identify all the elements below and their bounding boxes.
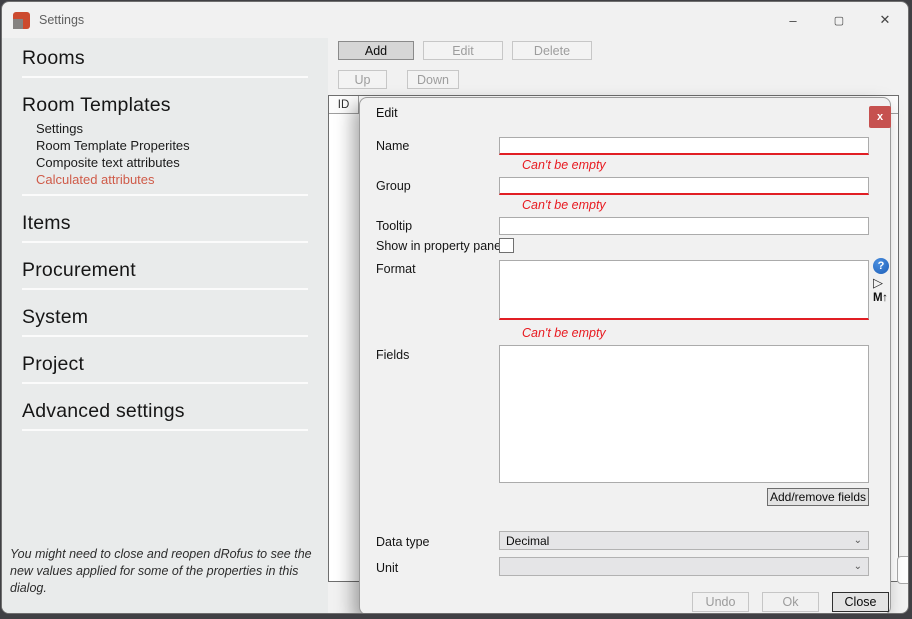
add-button[interactable]: Add: [338, 41, 414, 60]
unit-dropdown[interactable]: ⌄: [499, 557, 869, 576]
settings-close-button[interactable]: [897, 556, 909, 584]
data-type-label: Data type: [376, 535, 430, 549]
sidebar-heading-project[interactable]: Project: [22, 353, 308, 376]
sidebar-heading-advanced-settings[interactable]: Advanced settings: [22, 400, 308, 423]
show-in-property-pane-label: Show in property pane: [376, 239, 501, 253]
up-button[interactable]: Up: [338, 70, 387, 89]
show-in-property-pane-checkbox[interactable]: [499, 238, 514, 253]
sidebar-heading-rooms[interactable]: Rooms: [22, 47, 308, 70]
ok-button[interactable]: Ok: [762, 592, 819, 612]
group-label: Group: [376, 179, 411, 193]
chevron-down-icon: ⌄: [854, 562, 862, 572]
sidebar-item-room-template-properites[interactable]: Room Template Properites: [36, 137, 308, 154]
settings-window: Settings – ▢ ✕ Rooms Room Templates Sett…: [1, 1, 909, 614]
sidebar-item-composite-text-attributes[interactable]: Composite text attributes: [36, 154, 308, 171]
drofus-logo-icon: [13, 12, 30, 29]
close-window-button[interactable]: ✕: [862, 2, 908, 38]
sidebar-heading-items[interactable]: Items: [22, 212, 308, 235]
macro-up-icon[interactable]: M↑: [873, 292, 887, 304]
help-icon[interactable]: ?: [873, 258, 889, 274]
sidebar-section-rooms[interactable]: Rooms: [22, 44, 308, 78]
dialog-title: Edit: [376, 106, 398, 120]
play-icon[interactable]: ▷: [873, 276, 883, 290]
format-label: Format: [376, 262, 416, 276]
edit-button[interactable]: Edit: [423, 41, 503, 60]
format-field[interactable]: [499, 260, 869, 320]
edit-dialog: Edit x Name Can't be empty Group Can't b…: [359, 97, 891, 614]
sidebar-heading-procurement[interactable]: Procurement: [22, 259, 308, 282]
window-title: Settings: [39, 13, 84, 27]
restart-note: You might need to close and reopen dRofu…: [10, 546, 316, 597]
name-field[interactable]: [499, 137, 869, 155]
sidebar-section-items[interactable]: Items: [22, 209, 308, 243]
format-error: Can't be empty: [522, 326, 606, 340]
unit-label: Unit: [376, 561, 398, 575]
delete-button[interactable]: Delete: [512, 41, 592, 60]
column-header-id[interactable]: ID: [329, 96, 359, 113]
sidebar-heading-room-templates[interactable]: Room Templates: [22, 94, 308, 117]
sidebar-section-project[interactable]: Project: [22, 350, 308, 384]
sidebar-section-room-templates: Room Templates Settings Room Template Pr…: [22, 91, 308, 196]
undo-button[interactable]: Undo: [692, 592, 749, 612]
data-type-value: Decimal: [506, 534, 549, 548]
maximize-button[interactable]: ▢: [816, 2, 862, 38]
sidebar-heading-system[interactable]: System: [22, 306, 308, 329]
group-error: Can't be empty: [522, 198, 606, 212]
name-error: Can't be empty: [522, 158, 606, 172]
sidebar-item-calculated-attributes[interactable]: Calculated attributes: [36, 171, 308, 188]
tooltip-label: Tooltip: [376, 219, 412, 233]
titlebar: Settings – ▢ ✕: [2, 2, 908, 38]
tooltip-field[interactable]: [499, 217, 869, 235]
sidebar-section-advanced-settings[interactable]: Advanced settings: [22, 397, 308, 431]
fields-label: Fields: [376, 348, 409, 362]
sidebar-section-procurement[interactable]: Procurement: [22, 256, 308, 290]
add-remove-fields-button[interactable]: Add/remove fields: [767, 488, 869, 506]
chevron-down-icon: ⌄: [854, 536, 862, 546]
sidebar-section-system[interactable]: System: [22, 303, 308, 337]
settings-sidebar: Rooms Room Templates Settings Room Templ…: [2, 38, 328, 613]
data-type-dropdown[interactable]: Decimal ⌄: [499, 531, 869, 550]
minimize-button[interactable]: –: [770, 2, 816, 38]
dialog-close-icon[interactable]: x: [869, 106, 891, 128]
sidebar-item-settings[interactable]: Settings: [36, 120, 308, 137]
dialog-close-button[interactable]: Close: [832, 592, 889, 612]
down-button[interactable]: Down: [407, 70, 459, 89]
name-label: Name: [376, 139, 409, 153]
group-field[interactable]: [499, 177, 869, 195]
fields-listbox[interactable]: [499, 345, 869, 483]
